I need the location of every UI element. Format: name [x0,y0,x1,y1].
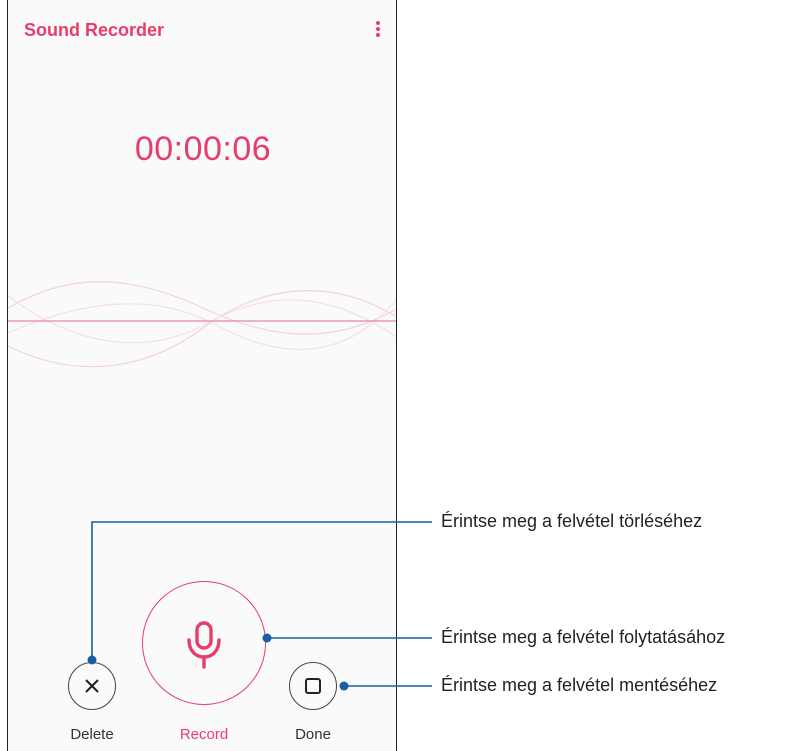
more-options-button[interactable] [372,18,384,42]
elapsed-timer: 00:00:06 [134,130,272,168]
waveform-visualizer [8,281,396,368]
callout-done-text: Érintse meg a felvétel mentéséhez [441,675,718,695]
more-vertical-icon [376,21,380,37]
app-title: Sound Recorder [24,20,165,40]
record-label: Record [179,726,229,743]
microphone-icon [187,621,221,669]
stop-square-icon [305,678,321,694]
callout-delete-text: Érintse meg a felvétel törléséhez [441,511,703,531]
delete-button[interactable] [68,662,116,710]
done-button[interactable] [289,662,337,710]
close-icon [85,679,99,693]
done-label: Done [295,726,331,743]
callout-record-text: Érintse meg a felvétel folytatásához [441,627,726,647]
annotated-screenshot: Sound Recorder 00:00:06 Delete Record Do… [0,0,803,751]
phone-screen: Sound Recorder 00:00:06 Delete Record Do… [7,0,397,751]
record-button[interactable] [142,581,266,705]
delete-label: Delete [70,726,114,743]
